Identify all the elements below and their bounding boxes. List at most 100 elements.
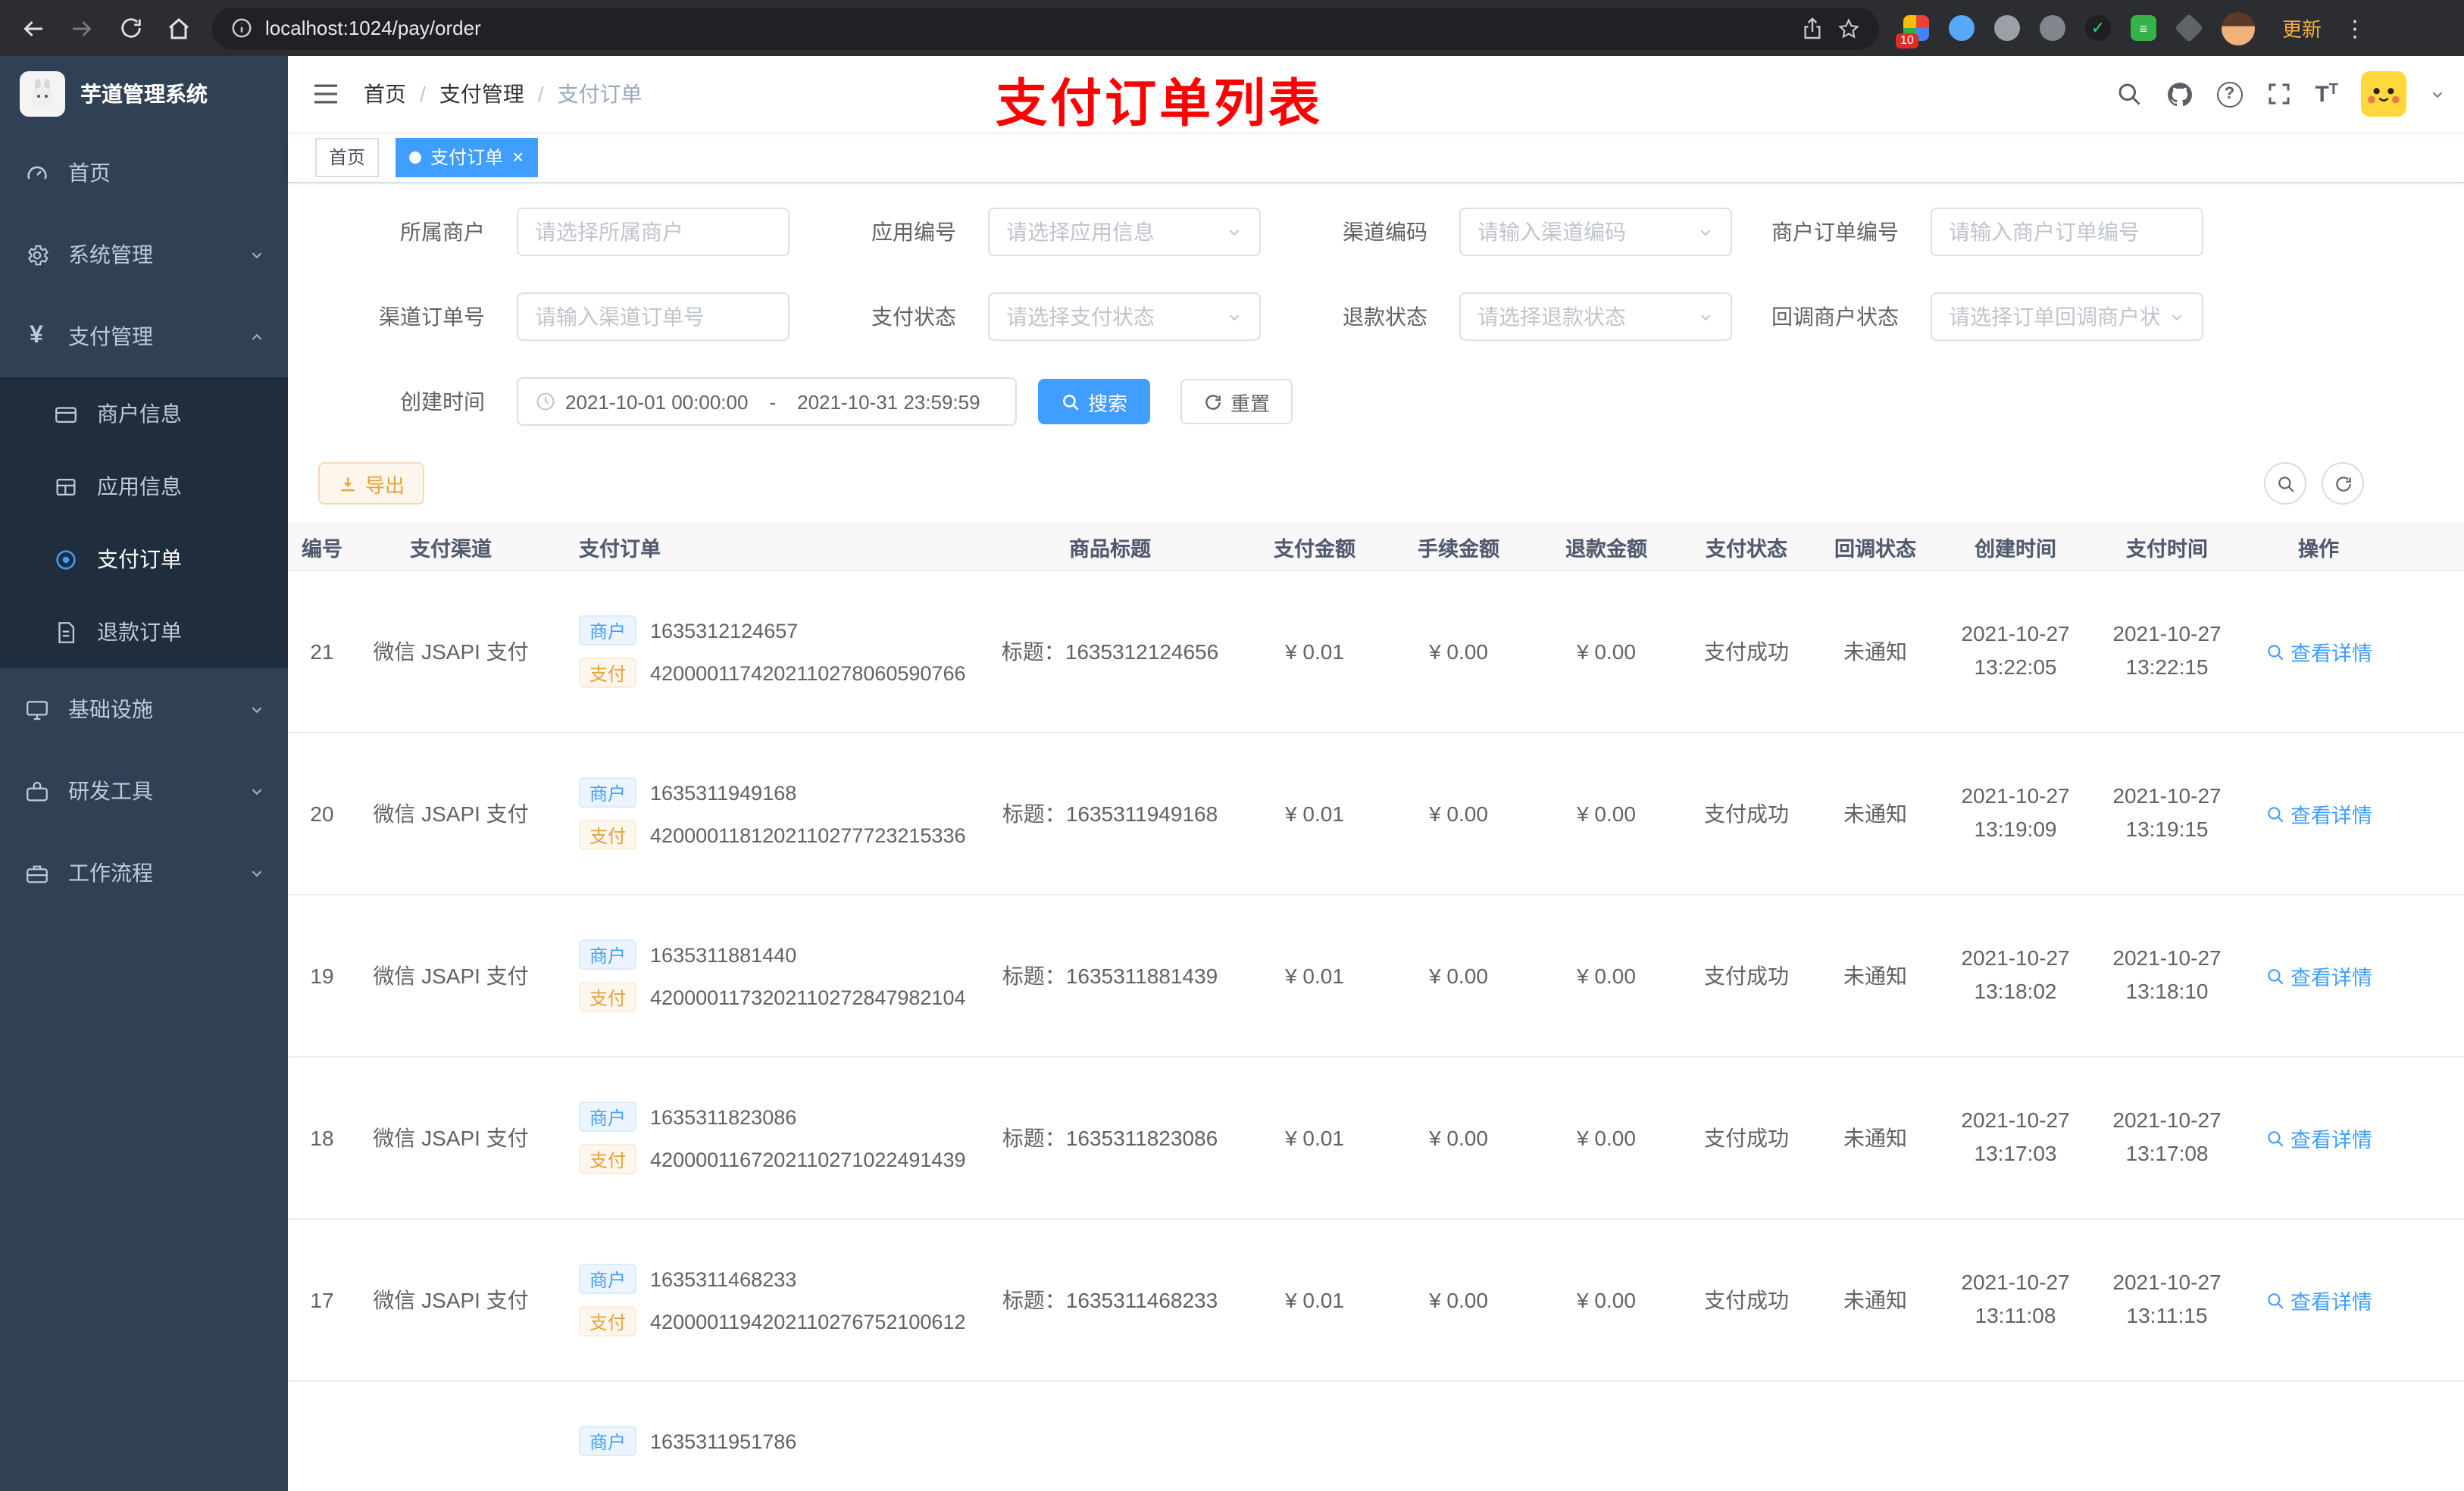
cell-id: 21	[310, 639, 334, 664]
sidebar-item-system[interactable]: 系统管理	[0, 214, 288, 295]
browser-profile-avatar[interactable]	[2222, 11, 2255, 45]
reset-button[interactable]: 重置	[1180, 379, 1293, 424]
breadcrumb-home[interactable]: 首页	[364, 79, 406, 109]
cell-create-time: 2021-10-27 13:19:09	[1961, 783, 2070, 841]
address-bar[interactable]: localhost:1024/pay/order	[212, 7, 1879, 49]
sidebar-item-payment[interactable]: ¥ 支付管理	[0, 295, 288, 377]
extension-icon[interactable]	[2040, 15, 2065, 41]
sidebar-item-label: 商户信息	[97, 402, 182, 426]
back-icon[interactable]	[12, 7, 55, 49]
app-title: 芋道管理系统	[80, 82, 208, 106]
cell-notify: 未通知	[1843, 1126, 1907, 1150]
url-text: localhost:1024/pay/order	[265, 17, 481, 39]
view-detail-link[interactable]: 查看详情	[2265, 1123, 2372, 1153]
sidebar-item-home[interactable]: 首页	[0, 132, 288, 214]
refresh-icon[interactable]	[2322, 462, 2364, 505]
app-logo[interactable]: 芋道管理系统	[0, 56, 288, 132]
sidebar-toggle-icon[interactable]	[288, 79, 364, 109]
filter-label: 回调商户状态	[1771, 305, 1899, 329]
cell-refund: ¥ 0.00	[1577, 639, 1636, 664]
browser-update-button[interactable]: 更新	[2282, 14, 2322, 42]
filter-label: 渠道订单号	[379, 305, 485, 329]
filter-label: 渠道编码	[1343, 220, 1427, 244]
pay-badge: 支付	[579, 820, 637, 850]
table-header: 编号 支付渠道 支付订单 商品标题 支付金额 手续金额 退款金额 支付状态 回调…	[288, 523, 2464, 571]
merchant-filter-input[interactable]: 请选择所属商户	[517, 208, 790, 256]
sidebar-item-merchant-info[interactable]: 商户信息	[0, 377, 288, 450]
chevron-down-icon	[2169, 308, 2185, 325]
sidebar-item-label: 系统管理	[68, 242, 153, 267]
close-icon[interactable]: ×	[512, 147, 524, 167]
cell-fee: ¥ 0.00	[1429, 639, 1488, 664]
sidebar-item-dev-tools[interactable]: 研发工具	[0, 750, 288, 832]
home-icon[interactable]	[158, 7, 200, 49]
cell-id: 19	[310, 964, 334, 988]
channel-code-filter-select[interactable]: 请输入渠道编码	[1459, 208, 1732, 256]
notify-status-filter-select[interactable]: 请选择订单回调商户状态	[1931, 292, 2203, 341]
view-detail-link[interactable]: 查看详情	[2265, 961, 2372, 991]
tag-home[interactable]: 首页	[315, 137, 380, 177]
sidebar-item-infra[interactable]: 基础设施	[0, 668, 288, 750]
extension-icon[interactable]	[1994, 15, 2020, 41]
clock-icon	[535, 391, 556, 412]
search-icon[interactable]	[2115, 80, 2142, 108]
sidebar-item-app-info[interactable]: 应用信息	[0, 450, 288, 523]
sidebar-item-pay-order[interactable]: 支付订单	[0, 523, 288, 595]
view-detail-link[interactable]: 查看详情	[2265, 1285, 2372, 1315]
view-detail-link[interactable]: 查看详情	[2265, 799, 2372, 829]
create-time-range-picker[interactable]: 2021-10-01 00:00:00 - 2021-10-31 23:59:5…	[517, 377, 1017, 426]
help-icon[interactable]: ?	[2216, 81, 2243, 107]
cell-fee: ¥ 0.00	[1429, 1126, 1488, 1150]
sidebar-item-refund-order[interactable]: 退款订单	[0, 595, 288, 668]
browser-menu-icon[interactable]: ⋮	[2343, 14, 2367, 42]
extension-icon[interactable]: ✓	[2085, 15, 2111, 41]
cell-pay-time: 2021-10-27 13:22:15	[2112, 621, 2222, 679]
forward-icon[interactable]	[61, 7, 103, 49]
toggle-search-icon[interactable]	[2264, 462, 2306, 505]
cell-pay-order: 商户 1635311951786 支付	[546, 1426, 977, 1491]
cell-fee: ¥ 0.00	[1429, 1288, 1488, 1312]
site-info-icon[interactable]	[230, 17, 253, 39]
search-button[interactable]: 搜索	[1038, 379, 1151, 424]
pay-order-line: 支付 4200001173202110272847982104	[579, 982, 977, 1012]
extension-icon[interactable]: 10	[1896, 15, 1929, 48]
user-avatar[interactable]	[2361, 71, 2406, 117]
gear-icon	[23, 242, 50, 267]
font-size-icon[interactable]: TT	[2315, 82, 2338, 105]
merchant-order-no-filter-input[interactable]: 请输入商户订单编号	[1931, 208, 2203, 256]
cell-channel: 微信 JSAPI 支付	[373, 1126, 529, 1150]
chevron-down-icon	[1226, 223, 1243, 240]
channel-order-no-filter-input[interactable]: 请输入渠道订单号	[517, 292, 790, 341]
avatar-caret-icon[interactable]	[2429, 86, 2446, 102]
target-icon	[52, 546, 79, 572]
merchant-order-line: 商户 1635311823086	[579, 1102, 977, 1132]
reload-icon[interactable]	[109, 7, 152, 49]
pay-order-line: 支付 4200001174202110278060590766	[579, 658, 977, 688]
cell-channel: 微信 JSAPI 支付	[373, 964, 529, 988]
logo-avatar	[20, 71, 65, 117]
col-channel: 支付渠道	[410, 537, 492, 560]
view-detail-link[interactable]: 查看详情	[2265, 636, 2372, 667]
fullscreen-icon[interactable]	[2265, 80, 2292, 108]
pay-order-line: 支付 4200001167202110271022491439	[579, 1144, 977, 1174]
export-button[interactable]: 导出	[318, 462, 425, 505]
extension-pin-icon[interactable]	[2174, 13, 2204, 43]
share-icon[interactable]	[1800, 16, 1825, 40]
pay-status-filter-select[interactable]: 请选择支付状态	[988, 292, 1261, 341]
github-icon[interactable]	[2165, 80, 2194, 108]
cell-pay-order: 商户 1635311823086 支付 42000011672021102710…	[546, 1102, 977, 1174]
cell-title: 标题：1635311823086	[1002, 1126, 1218, 1150]
extension-icon[interactable]: ≡	[2131, 15, 2156, 41]
breadcrumb-pay-mgmt[interactable]: 支付管理	[439, 79, 524, 109]
browser-extensions: 10 ✓ ≡	[1896, 11, 2255, 48]
cell-id: 20	[310, 802, 334, 826]
extension-icon[interactable]	[1949, 15, 1975, 41]
cell-title: 标题：1635311949168	[1002, 802, 1218, 826]
cell-notify: 未通知	[1843, 964, 1907, 988]
bookmark-star-icon[interactable]	[1837, 16, 1861, 40]
refund-status-filter-select[interactable]: 请选择退款状态	[1459, 292, 1732, 341]
payment-submenu: 商户信息 应用信息 支付订单 退款订单	[0, 377, 288, 668]
sidebar-item-workflow[interactable]: 工作流程	[0, 832, 288, 914]
app-no-filter-select[interactable]: 请选择应用信息	[988, 208, 1261, 256]
tag-pay-order[interactable]: 支付订单 ×	[396, 137, 538, 177]
